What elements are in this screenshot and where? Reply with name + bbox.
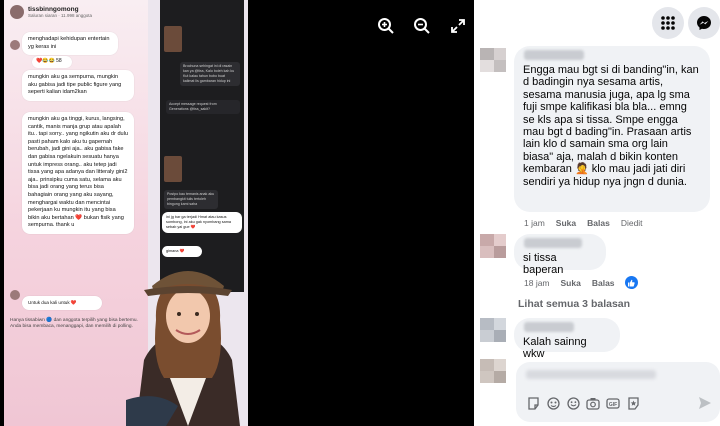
reply-button[interactable]: Balas [587, 218, 610, 228]
comment-bubble: si tissa baperan [514, 234, 606, 276]
comment-actions: 18 jam Suka Balas [524, 276, 638, 289]
emoji-icon[interactable] [566, 396, 580, 410]
reply-button[interactable]: Balas [592, 278, 615, 288]
camera-icon[interactable] [586, 396, 600, 410]
edited-label: Diedit [620, 218, 643, 228]
image-thumbnail [164, 156, 182, 182]
chat-bubble: menghadapi kehidupan entertain yg keras … [22, 32, 118, 56]
comment-bubble: Engga mau bgt si di banding"in, kan d ba… [514, 46, 710, 212]
like-button[interactable]: Suka [561, 278, 581, 288]
comment-text: Kalah sainng wkw [523, 336, 587, 361]
channel-name: tissbinngomong [28, 6, 79, 13]
comment-bubble: Kalah sainng wkw [514, 318, 620, 360]
messenger-icon[interactable] [688, 7, 720, 39]
comment-actions: 1 jam Suka Balas Diedit [524, 218, 643, 228]
commenter-name[interactable] [524, 238, 582, 248]
zoom-in-icon[interactable] [368, 14, 404, 38]
channel-header: tissbinngomong Saluran siaran · 11.998 a… [4, 0, 148, 24]
avatar [480, 359, 514, 383]
comment-input[interactable]: GIF [516, 362, 720, 422]
sticker-icon[interactable] [526, 396, 540, 410]
viewer-toolbar [368, 14, 474, 38]
media-viewer[interactable]: tissbinngomong Saluran siaran · 11.998 a… [0, 0, 474, 426]
zoom-out-icon[interactable] [404, 14, 440, 38]
commenter-name[interactable] [524, 50, 584, 60]
channel-subtitle: Saluran siaran · 11.998 anggota [28, 13, 92, 18]
comment-time[interactable]: 18 jam [524, 278, 550, 288]
dark-banner: Accept message request from Generations … [166, 100, 240, 114]
comment-text: Engga mau bgt si di banding"in, kan d ba… [523, 64, 699, 188]
send-icon[interactable] [698, 396, 712, 415]
like-button[interactable]: Suka [556, 218, 576, 228]
dark-message: Brochuna sehingat ini di rasain kan ya @… [180, 62, 240, 86]
like-icon [624, 276, 638, 289]
chat-bubble: ini jg bar ga terjadi Hmat atau kasus so… [162, 212, 242, 233]
chat-bubble: mungkin aku ga tinggi, kurus, langsing, … [22, 112, 134, 234]
star-sticker-icon[interactable] [626, 396, 640, 410]
chat-bubble: mungkin aku ga sempurna, mungkin aku gab… [22, 70, 134, 101]
reaction-badge: ❤️😂😂 58 [32, 56, 72, 68]
composer-tools: GIF [526, 396, 640, 410]
avatar [10, 290, 20, 300]
comment-time[interactable]: 1 jam [524, 218, 545, 228]
person-photo [126, 250, 250, 426]
comment-text: si tissa baperan [523, 252, 564, 277]
see-all-replies-link[interactable]: Lihat semua 3 balasan [518, 298, 630, 310]
avatar [10, 40, 20, 50]
gif-icon[interactable]: GIF [606, 396, 620, 410]
grid-menu-icon[interactable] [652, 7, 684, 39]
channel-footer: Hanya tissabiwn 🔵 dan anggota terpilih y… [10, 318, 138, 330]
avatar[interactable] [480, 234, 514, 258]
channel-avatar [10, 5, 24, 19]
commenter-name[interactable] [524, 322, 574, 332]
input-placeholder [526, 370, 656, 379]
avatar[interactable] [480, 318, 514, 342]
chat-bubble: Untuk dua kali untuk ❤️ [22, 296, 102, 310]
svg-text:GIF: GIF [609, 402, 617, 408]
top-bar [474, 0, 720, 46]
avatar[interactable] [480, 48, 514, 72]
image-thumbnail [164, 26, 182, 52]
avatar-sticker-icon[interactable] [546, 396, 560, 410]
comment-composer: GIF [474, 359, 720, 426]
dark-message: Postpo kau temanis anak aku pembangkit t… [164, 190, 218, 209]
fullscreen-icon[interactable] [440, 14, 474, 38]
